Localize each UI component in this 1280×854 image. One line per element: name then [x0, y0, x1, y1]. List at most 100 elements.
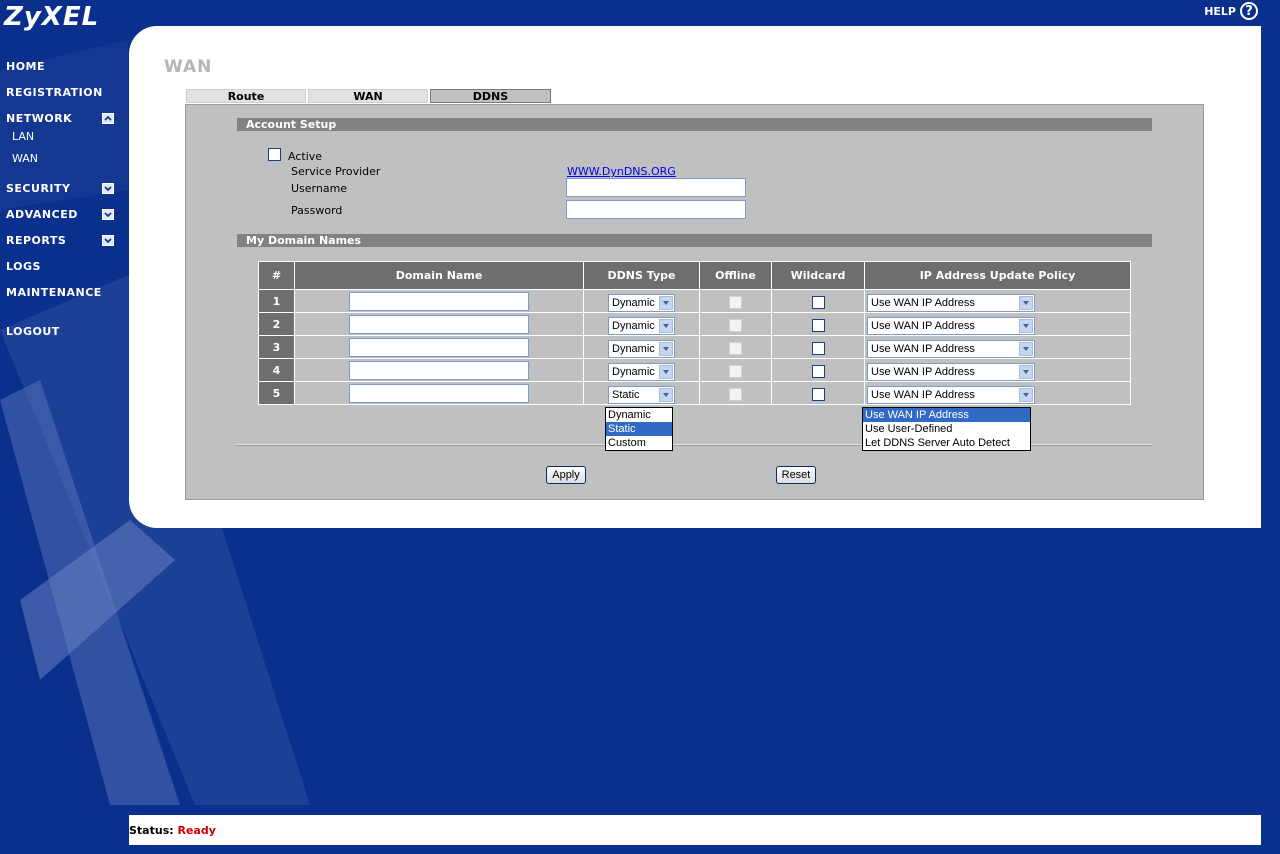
ddns-type-select[interactable]: Dynamic [608, 293, 675, 312]
help-icon: ? [1240, 2, 1258, 20]
ddns-type-select[interactable]: Static [608, 385, 675, 404]
update-policy-select[interactable]: Use WAN IP Address [867, 293, 1035, 312]
domain-name-input[interactable] [349, 361, 529, 380]
offline-checkbox [729, 295, 742, 309]
section-account-setup: Account Setup [237, 118, 1152, 131]
tab-route[interactable]: Route [186, 89, 306, 103]
expand-arrow-icon[interactable] [102, 235, 114, 246]
wildcard-checkbox[interactable] [811, 295, 825, 309]
status-label: Status: [129, 824, 174, 837]
table-row: 4 Dynamic Use WAN IP Address [258, 358, 1131, 382]
password-input[interactable] [566, 200, 746, 219]
dropdown-arrow-icon [659, 387, 673, 402]
column-header: Wildcard [771, 261, 865, 290]
update-policy-value: Use WAN IP Address [871, 296, 975, 309]
nav-logout[interactable]: LOGOUT [6, 325, 60, 338]
nav-logs[interactable]: LOGS [6, 260, 41, 273]
wildcard-checkbox[interactable] [811, 318, 825, 332]
table-row: 3 Dynamic Use WAN IP Address [258, 335, 1131, 359]
status-value: Ready [177, 824, 216, 837]
domain-name-input[interactable] [349, 338, 529, 357]
row-number: 3 [258, 335, 295, 359]
section-my-domain-names: My Domain Names [237, 234, 1152, 247]
wildcard-checkbox[interactable] [811, 364, 825, 378]
column-header: DDNS Type [583, 261, 700, 290]
row-number: 2 [258, 312, 295, 336]
nav-lan[interactable]: LAN [12, 130, 34, 143]
ddns-type-select[interactable]: Dynamic [608, 316, 675, 335]
nav-reports[interactable]: REPORTS [6, 234, 66, 247]
ddns-type-value: Dynamic [612, 319, 655, 332]
nav-maintenance[interactable]: MAINTENANCE [6, 286, 102, 299]
table-row: 2 Dynamic Use WAN IP Address [258, 312, 1131, 336]
dropdown-option[interactable]: Let DDNS Server Auto Detect [863, 436, 1030, 450]
tab-ddns[interactable]: DDNS [430, 89, 551, 103]
wildcard-checkbox[interactable] [811, 387, 825, 401]
reset-button[interactable]: Reset [776, 466, 816, 484]
update-policy-select[interactable]: Use WAN IP Address [867, 362, 1035, 381]
update-policy-dropdown-list: Use WAN IP Address Use User-Defined Let … [862, 407, 1031, 451]
ddns-type-select[interactable]: Dynamic [608, 339, 675, 358]
offline-checkbox [729, 341, 742, 355]
dropdown-option[interactable]: Use User-Defined [863, 422, 1030, 436]
expand-arrow-icon[interactable] [102, 209, 114, 220]
status-text: Status: Ready [129, 824, 216, 837]
dropdown-option[interactable]: Dynamic [606, 408, 672, 422]
row-number: 4 [258, 358, 295, 382]
ddns-type-dropdown-list: Dynamic Static Custom [605, 407, 673, 451]
ddns-type-value: Dynamic [612, 296, 655, 309]
update-policy-select[interactable]: Use WAN IP Address [867, 339, 1035, 358]
update-policy-value: Use WAN IP Address [871, 342, 975, 355]
column-header: Domain Name [294, 261, 584, 290]
collapse-arrow-icon[interactable] [102, 113, 114, 124]
update-policy-select[interactable]: Use WAN IP Address [867, 385, 1035, 404]
expand-arrow-icon[interactable] [102, 183, 114, 194]
dropdown-option[interactable]: Static [606, 422, 672, 436]
update-policy-value: Use WAN IP Address [871, 388, 975, 401]
nav-registration[interactable]: REGISTRATION [6, 86, 103, 99]
nav-advanced[interactable]: ADVANCED [6, 208, 78, 221]
offline-checkbox [729, 387, 742, 401]
service-provider-label: Service Provider [291, 165, 381, 178]
zyxel-logo: ZyXEL [4, 2, 100, 32]
dropdown-option[interactable]: Use WAN IP Address [863, 408, 1030, 422]
dropdown-arrow-icon [659, 318, 673, 333]
dropdown-arrow-icon [659, 341, 673, 356]
active-checkbox[interactable] [268, 148, 281, 161]
domain-name-input[interactable] [349, 292, 529, 311]
active-label: Active [288, 150, 323, 163]
apply-button[interactable]: Apply [546, 466, 586, 484]
update-policy-value: Use WAN IP Address [871, 319, 975, 332]
offline-checkbox [729, 364, 742, 378]
help-link[interactable]: HELP ? [1204, 2, 1258, 20]
domain-name-input[interactable] [349, 315, 529, 334]
dropdown-arrow-icon [659, 295, 673, 310]
ddns-type-value: Dynamic [612, 342, 655, 355]
update-policy-select[interactable]: Use WAN IP Address [867, 316, 1035, 335]
page-title: WAN [164, 57, 213, 77]
status-bar: Status: Ready [129, 815, 1261, 845]
update-policy-value: Use WAN IP Address [871, 365, 975, 378]
help-label: HELP [1204, 4, 1236, 18]
nav-network[interactable]: NETWORK [6, 112, 72, 125]
tab-wan[interactable]: WAN [308, 89, 428, 103]
dropdown-option[interactable]: Custom [606, 436, 672, 450]
domain-table: # Domain Name DDNS Type Offline Wildcard… [258, 261, 1131, 405]
domain-name-input[interactable] [349, 384, 529, 403]
ddns-type-select[interactable]: Dynamic [608, 362, 675, 381]
password-label: Password [291, 204, 343, 217]
wildcard-checkbox[interactable] [811, 341, 825, 355]
dropdown-arrow-icon [1019, 295, 1033, 310]
ddns-type-value: Dynamic [612, 365, 655, 378]
username-input[interactable] [566, 178, 746, 197]
nav-home[interactable]: HOME [6, 60, 45, 73]
dropdown-arrow-icon [1019, 364, 1033, 379]
table-row: 5 Static Use WAN IP Address [258, 381, 1131, 405]
nav-security[interactable]: SECURITY [6, 182, 70, 195]
row-number: 1 [258, 289, 295, 313]
service-provider-link[interactable]: WWW.DynDNS.ORG [567, 165, 676, 178]
column-header: # [258, 261, 295, 290]
nav-wan[interactable]: WAN [12, 152, 38, 165]
ddns-type-value: Static [612, 388, 640, 401]
dropdown-arrow-icon [659, 364, 673, 379]
